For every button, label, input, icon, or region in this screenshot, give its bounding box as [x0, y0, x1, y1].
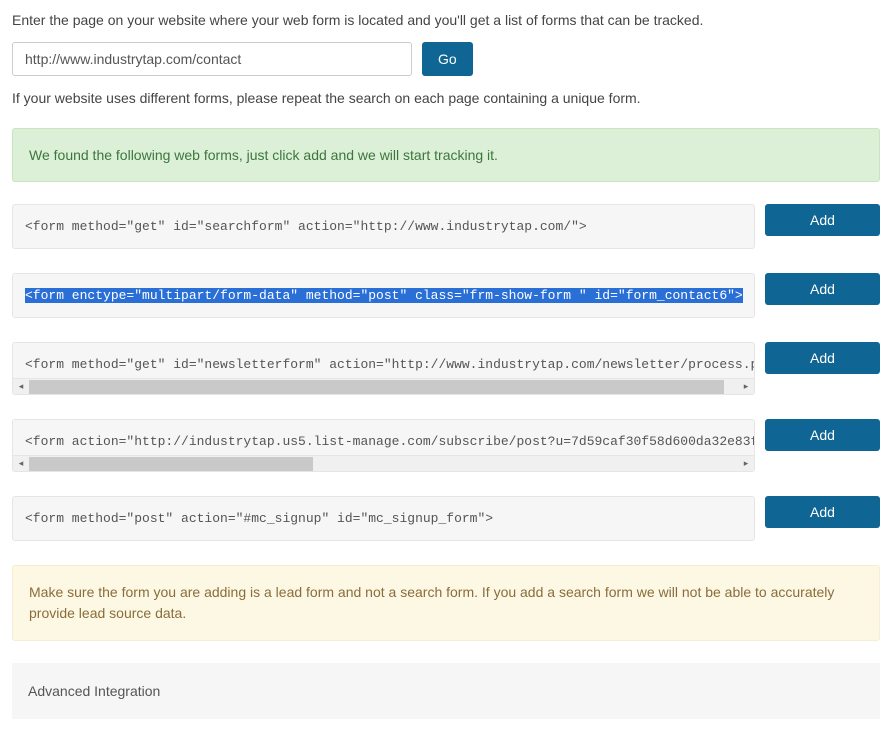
intro-text: Enter the page on your website where you…: [12, 12, 880, 28]
add-button[interactable]: Add: [765, 204, 880, 236]
form-row: <form method="get" id="newsletterform" a…: [12, 342, 880, 395]
form-code-text-highlighted: <form enctype="multipart/form-data" meth…: [25, 288, 743, 303]
form-row: <form enctype="multipart/form-data" meth…: [12, 273, 880, 318]
scroll-right-icon[interactable]: ▸: [738, 456, 754, 472]
add-button[interactable]: Add: [765, 273, 880, 305]
form-code-box: <form enctype="multipart/form-data" meth…: [12, 273, 755, 318]
scroll-track[interactable]: [29, 379, 738, 395]
form-row: <form action="http://industrytap.us5.lis…: [12, 419, 880, 472]
url-input[interactable]: [12, 42, 412, 76]
scroll-left-icon[interactable]: ◂: [13, 456, 29, 472]
form-code-text: <form method="get" id="newsletterform" a…: [25, 357, 755, 372]
success-alert: We found the following web forms, just c…: [12, 128, 880, 182]
add-button[interactable]: Add: [765, 496, 880, 528]
scroll-right-icon[interactable]: ▸: [738, 379, 754, 395]
form-code-box: <form action="http://industrytap.us5.lis…: [12, 419, 755, 472]
form-code-text: <form method="get" id="searchform" actio…: [25, 219, 587, 234]
form-code-text: <form action="http://industrytap.us5.lis…: [25, 434, 755, 449]
add-button[interactable]: Add: [765, 419, 880, 451]
form-row: <form method="get" id="searchform" actio…: [12, 204, 880, 249]
horizontal-scrollbar[interactable]: ◂ ▸: [13, 455, 754, 471]
advanced-integration-header[interactable]: Advanced Integration: [12, 663, 880, 719]
warning-alert: Make sure the form you are adding is a l…: [12, 565, 880, 641]
form-code-box: <form method="post" action="#mc_signup" …: [12, 496, 755, 541]
scroll-left-icon[interactable]: ◂: [13, 379, 29, 395]
note-text: If your website uses different forms, pl…: [12, 90, 880, 106]
form-code-box: <form method="get" id="newsletterform" a…: [12, 342, 755, 395]
add-button[interactable]: Add: [765, 342, 880, 374]
go-button[interactable]: Go: [422, 42, 473, 76]
form-code-text: <form method="post" action="#mc_signup" …: [25, 511, 493, 526]
horizontal-scrollbar[interactable]: ◂ ▸: [13, 378, 754, 394]
form-code-box: <form method="get" id="searchform" actio…: [12, 204, 755, 249]
scroll-thumb[interactable]: [29, 380, 724, 394]
scroll-track[interactable]: [29, 456, 738, 472]
form-row: <form method="post" action="#mc_signup" …: [12, 496, 880, 541]
scroll-thumb[interactable]: [29, 457, 313, 471]
search-row: Go: [12, 42, 880, 76]
